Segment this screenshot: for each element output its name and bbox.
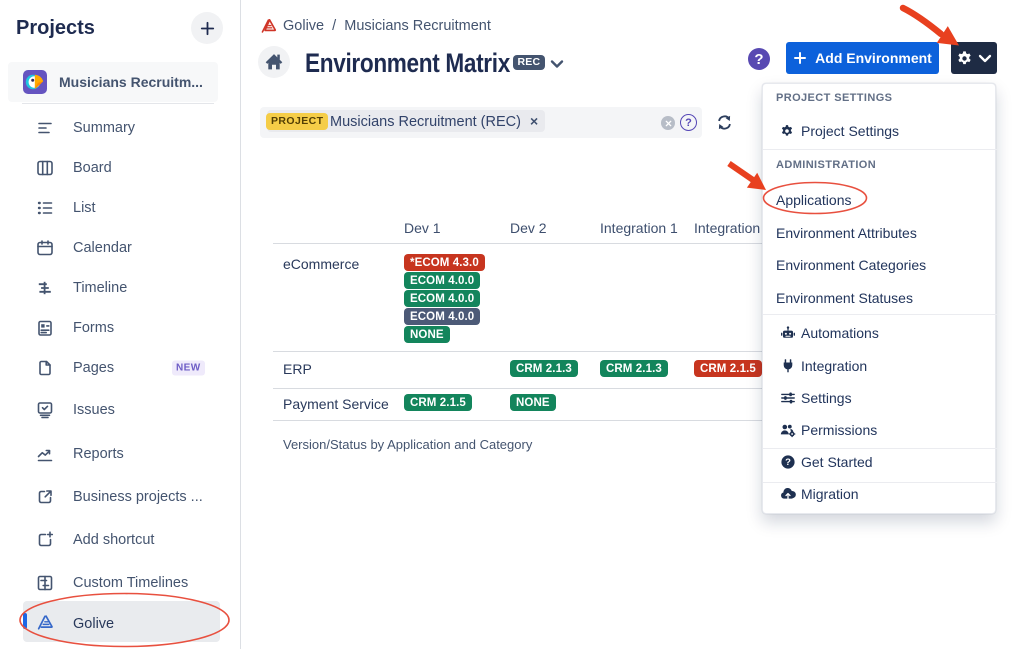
- svg-text:?: ?: [785, 457, 791, 468]
